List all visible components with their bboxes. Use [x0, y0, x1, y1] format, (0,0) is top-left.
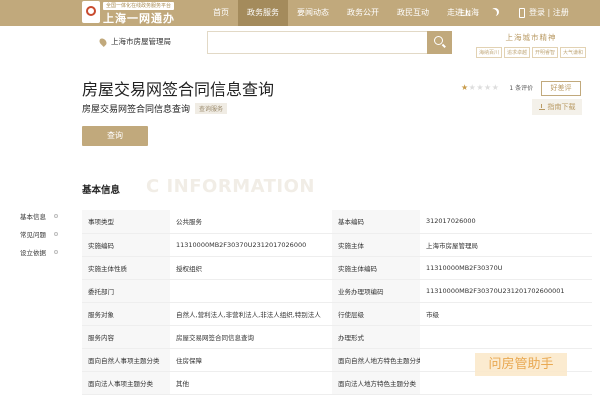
table-row: 实施主体性质 授权组织 实施主体编码 11310000MB2F30370U	[82, 256, 592, 280]
star-icon: ★	[461, 83, 469, 92]
city-spirit-title: 上海城市精神	[505, 33, 557, 42]
logo-tagline: 全国一体化在线政务服务平台	[103, 2, 175, 10]
side-nav-legal-basis[interactable]: 设立依据	[20, 243, 58, 261]
field-value: 授权组织	[170, 256, 332, 280]
main-nav: 首页 政务服务 要闻动态 政务公开 政民互动 走进上海	[204, 0, 488, 26]
rating: ★ ★ ★ ★ ★ 1 条评价	[461, 83, 533, 92]
section-title: 基本信息	[82, 185, 121, 196]
field-label: 行使层级	[332, 302, 420, 326]
location-label: 上海市房屋管理局	[111, 37, 171, 46]
city-spirit-tag: 海纳百川	[476, 47, 503, 58]
field-value: 11310000MB2F30370U2312017026000	[170, 233, 332, 257]
field-label: 事项类型	[82, 210, 170, 234]
field-value	[420, 325, 592, 349]
search-input[interactable]	[207, 31, 427, 54]
table-row: 服务内容 房屋交易网签合同信息查询 办理形式	[82, 325, 592, 349]
top-navigation-bar: 全国一体化在线政务服务平台 上海一网通办 首页 政务服务 要闻动态 政务公开 政…	[0, 0, 600, 26]
field-label: 办理形式	[332, 325, 420, 349]
city-spirit-banner: 上海城市精神 海纳百川 追求卓越 开明睿智 大气谦和	[476, 32, 586, 58]
language-switch[interactable]: EN	[460, 9, 471, 18]
login-register-link[interactable]: 登录 | 注册	[529, 0, 569, 26]
logo-text: 上海一网通办	[103, 12, 175, 25]
guide-download-label: 指南下载	[547, 103, 576, 111]
side-nav-dot	[54, 214, 58, 218]
side-nav-label: 常见问题	[20, 231, 46, 239]
location-selector[interactable]: 上海市房屋管理局	[98, 36, 171, 47]
city-spirit-tag: 开明睿智	[531, 47, 558, 58]
service-subtitle: 房屋交易网签合同信息查询	[82, 105, 191, 115]
side-nav-label: 设立依据	[20, 249, 46, 257]
review-button[interactable]: 好差评	[541, 81, 581, 96]
table-row: 服务对象 自然人,营利法人,非营利法人,非法人组织,特别法人 行使层级 市级	[82, 302, 592, 326]
side-nav-faq[interactable]: 常见问题	[20, 225, 58, 243]
table-row: 委托部门 业务办理项编码 11310000MB2F30370U23120170260…	[82, 279, 592, 303]
field-label: 业务办理项编码	[332, 279, 420, 303]
assistant-watermark[interactable]: 问房管助手	[475, 353, 567, 376]
field-label: 面向法人地方特色主题分类	[332, 371, 420, 395]
field-value: 自然人,营利法人,非营利法人,非法人组织,特别法人	[170, 302, 332, 326]
service-type-badge: 查询服务	[195, 103, 228, 114]
field-label: 实施主体性质	[82, 256, 170, 280]
field-value: 312017026000	[420, 210, 592, 234]
side-nav-dot	[54, 250, 58, 254]
moon-icon[interactable]	[489, 9, 497, 17]
page-title: 房屋交易网签合同信息查询	[82, 80, 275, 99]
field-label: 服务内容	[82, 325, 170, 349]
logo-emblem-icon	[82, 1, 100, 23]
site-logo[interactable]: 全国一体化在线政务服务平台 上海一网通办	[82, 1, 186, 25]
field-value: 市级	[420, 302, 592, 326]
field-label: 实施编码	[82, 233, 170, 257]
field-value: 11310000MB2F30370U231201702600001	[420, 279, 592, 303]
field-label: 面向自然人地方特色主题分类	[332, 348, 420, 372]
location-pin-icon	[98, 36, 108, 47]
nav-government-affairs[interactable]: 政务公开	[338, 0, 388, 26]
nav-interaction[interactable]: 政民互动	[388, 0, 438, 26]
query-button[interactable]: 查询	[82, 126, 148, 146]
field-label: 实施主体	[332, 233, 420, 257]
star-icon: ★	[468, 83, 476, 92]
mobile-icon[interactable]	[519, 8, 526, 18]
field-value	[170, 279, 332, 303]
nav-home[interactable]: 首页	[204, 0, 238, 26]
field-label: 服务对象	[82, 302, 170, 326]
star-icon: ★	[491, 83, 499, 92]
field-value: 住房保障	[170, 348, 332, 372]
side-nav-label: 基本信息	[20, 213, 46, 221]
field-label: 面向法人事项主题分类	[82, 371, 170, 395]
field-label: 实施主体编码	[332, 256, 420, 280]
section-watermark: C INFORMATION	[146, 176, 315, 197]
field-value: 其他	[170, 371, 332, 395]
rating-count[interactable]: 1 条评价	[509, 83, 533, 92]
city-spirit-tag: 追求卓越	[503, 47, 530, 58]
field-label: 委托部门	[82, 279, 170, 303]
side-anchor-nav: 基本信息 常见问题 设立依据	[20, 207, 58, 261]
field-label: 基本编码	[332, 210, 420, 234]
search-button[interactable]	[427, 31, 452, 54]
table-row: 实施编码 11310000MB2F30370U2312017026000 实施主体上…	[82, 233, 592, 257]
star-icon: ★	[484, 83, 492, 92]
field-value: 房屋交易网签合同信息查询	[170, 325, 332, 349]
nav-government-services[interactable]: 政务服务	[238, 0, 288, 26]
guide-download-button[interactable]: 指南下载	[532, 99, 582, 115]
side-nav-basic-info[interactable]: 基本信息	[20, 207, 58, 225]
star-icon: ★	[476, 83, 484, 92]
side-nav-dot	[54, 232, 58, 236]
city-spirit-tag: 大气谦和	[559, 47, 586, 58]
field-value: 11310000MB2F30370U	[420, 256, 592, 280]
nav-news[interactable]: 要闻动态	[288, 0, 338, 26]
search-icon	[434, 36, 443, 45]
table-row: 事项类型 公共服务 基本编码 312017026000	[82, 210, 592, 234]
download-icon	[538, 104, 545, 110]
field-label: 面向自然人事项主题分类	[82, 348, 170, 372]
field-value: 公共服务	[170, 210, 332, 234]
field-value: 上海市房屋管理局	[420, 233, 592, 257]
